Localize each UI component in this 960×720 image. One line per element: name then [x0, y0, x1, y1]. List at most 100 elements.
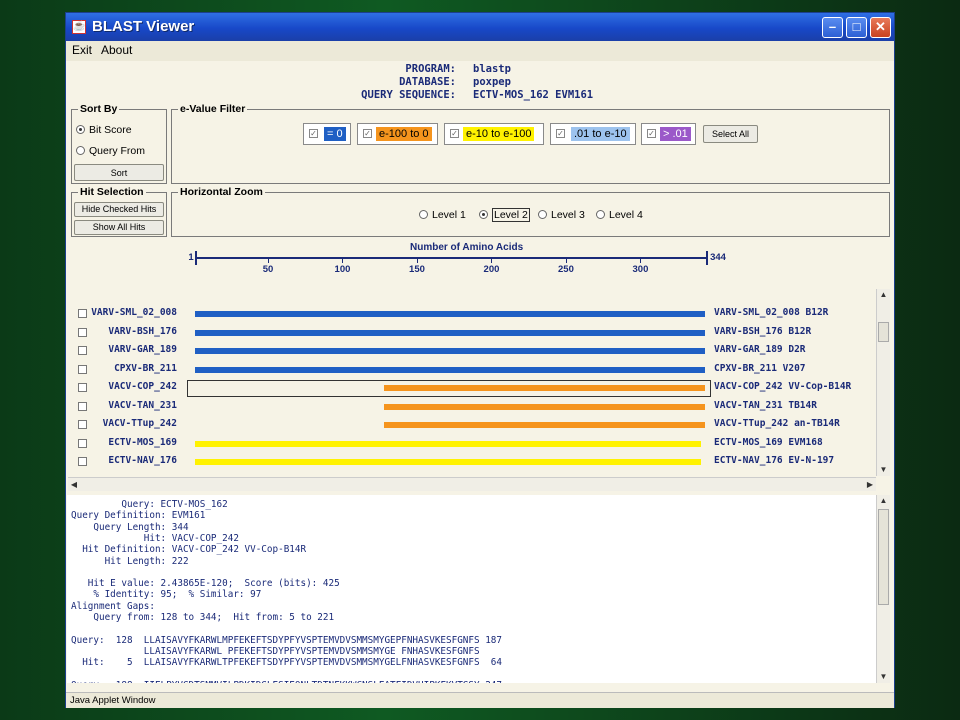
radio-icon: [419, 210, 428, 219]
hit-alignment-bar[interactable]: [383, 403, 705, 410]
hit-alignment-bar[interactable]: [195, 348, 705, 354]
hit-name[interactable]: VARV-BSH_176: [108, 326, 177, 337]
hit-alignment-bar[interactable]: [195, 311, 705, 317]
hit-checkbox[interactable]: [78, 457, 87, 466]
hit-row[interactable]: VARV-SML_02_008 VARV-SML_02_008 B12R: [69, 306, 877, 324]
detail-line: Hit: 5 LLAISAVYFKARWLTPFEKEFTSDYPFYVSPTE…: [71, 657, 502, 669]
checkbox-icon[interactable]: ✓: [556, 129, 565, 138]
filter-e100-to-0-label: e-100 to 0: [376, 127, 432, 141]
detail-line: Hit: VACV-COP_242: [71, 532, 239, 544]
ruler-title: Number of Amino Acids: [410, 242, 524, 253]
status-bar: Java Applet Window: [66, 692, 894, 708]
hit-checkbox[interactable]: [78, 309, 87, 318]
hits-vertical-scrollbar[interactable]: ▲ ▼: [876, 289, 890, 476]
hit-description: VARV-SML_02_008 B12R: [714, 307, 829, 318]
scroll-down-arrow-icon[interactable]: ▼: [877, 464, 890, 476]
filter-e100-to-0[interactable]: ✓ e-100 to 0: [357, 123, 438, 145]
zoom-level1-radio[interactable]: Level 1: [419, 209, 466, 221]
hits-horizontal-scrollbar[interactable]: ◀ ▶: [68, 477, 876, 491]
hit-row[interactable]: VARV-GAR_189 VARV-GAR_189 D2R: [69, 343, 877, 361]
hit-alignment-bar[interactable]: [195, 366, 705, 373]
hit-checkbox[interactable]: [78, 346, 87, 355]
checkbox-icon[interactable]: ✓: [450, 129, 459, 138]
hit-row[interactable]: VARV-BSH_176 VARV-BSH_176 B12R: [69, 325, 877, 343]
scroll-up-arrow-icon[interactable]: ▲: [877, 495, 890, 507]
query-info: PROGRAM: blastp DATABASE: poxpep QUERY S…: [66, 61, 894, 107]
checkbox-icon[interactable]: ✓: [309, 129, 318, 138]
detail-line: Alignment Gaps:: [71, 600, 155, 612]
hit-alignment-bar[interactable]: [383, 422, 705, 428]
sort-button[interactable]: Sort: [74, 164, 164, 181]
hit-checkbox[interactable]: [78, 401, 87, 411]
hit-name[interactable]: CPXV-BR_211: [114, 363, 177, 374]
zoom-level4-radio[interactable]: Level 4: [596, 209, 643, 221]
scroll-thumb[interactable]: [878, 322, 889, 342]
hit-checkbox[interactable]: [78, 438, 87, 448]
horizontal-zoom-title: Horizontal Zoom: [178, 186, 265, 198]
hit-row[interactable]: ECTV-MOS_169 ECTV-MOS_169 EVM168: [69, 436, 877, 454]
filter-e10-to-e100[interactable]: ✓ e-10 to e-100: [444, 123, 544, 145]
scroll-right-arrow-icon[interactable]: ▶: [864, 478, 876, 491]
close-button[interactable]: ✕: [870, 17, 891, 38]
menu-exit[interactable]: Exit: [72, 43, 92, 57]
hit-name[interactable]: VACV-TTup_242: [103, 418, 177, 429]
sort-bit-score-radio[interactable]: Bit Score: [76, 124, 132, 136]
scroll-left-arrow-icon[interactable]: ◀: [68, 478, 80, 491]
database-value: poxpep: [473, 76, 511, 88]
hit-row[interactable]: VACV-TTup_242 VACV-TTup_242 an-TB14R: [69, 417, 877, 435]
maximize-button[interactable]: □: [846, 17, 867, 38]
hit-row[interactable]: CPXV-BR_211 CPXV-BR_211 V207: [69, 362, 877, 380]
minimize-button[interactable]: –: [822, 17, 843, 38]
zoom-level2-radio[interactable]: Level 2: [479, 208, 530, 222]
hit-name[interactable]: ECTV-NAV_176: [108, 455, 177, 466]
details-vertical-scrollbar[interactable]: ▲ ▼: [876, 495, 890, 683]
detail-line: LLAISAVYFKARWL PFEKEFTSDYPFYVSPTEMVDVSMM…: [71, 645, 480, 657]
hit-checkbox[interactable]: [78, 327, 87, 337]
checkbox-icon[interactable]: ✓: [647, 129, 656, 138]
hit-row[interactable]: ECTV-NAV_176 ECTV-NAV_176 EV-N-197: [69, 454, 877, 468]
hit-checkbox[interactable]: [78, 364, 87, 374]
hit-checkbox[interactable]: [78, 420, 87, 429]
zoom-level3-radio[interactable]: Level 3: [538, 209, 585, 221]
hit-name[interactable]: VACV-TAN_231: [108, 400, 177, 411]
filter-eq0[interactable]: ✓ = 0: [303, 123, 351, 145]
ruler-tick: [342, 259, 344, 263]
select-all-button[interactable]: Select All: [703, 125, 758, 143]
zoom-level1-label: Level 1: [432, 209, 466, 221]
filter-01-to-e10[interactable]: ✓ .01 to e-10: [550, 123, 636, 145]
detail-line: Query: 128 LLAISAVYFKARWLMPFEKEFTSDYPFYV…: [71, 634, 502, 646]
alignment-details-panel[interactable]: Query: ECTV-MOS_162 Query Definition: EVM…: [67, 495, 877, 683]
zoom-level4-label: Level 4: [609, 209, 643, 221]
hit-alignment-bar[interactable]: [195, 459, 701, 465]
hit-alignment-bar[interactable]: [195, 329, 705, 336]
sort-by-title: Sort By: [78, 103, 120, 115]
ruler-tick: [491, 259, 493, 263]
hit-name[interactable]: ECTV-MOS_169: [108, 437, 177, 448]
evalue-filter-group: e-Value Filter: [171, 103, 890, 184]
hit-description: VARV-BSH_176 B12R: [714, 325, 812, 337]
hide-checked-hits-button[interactable]: Hide Checked Hits: [74, 202, 164, 217]
hit-description: VACV-TTup_242 an-TB14R: [714, 418, 840, 429]
program-value: blastp: [473, 63, 511, 75]
hit-row[interactable]: VACV-TAN_231 VACV-TAN_231 TB14R: [69, 399, 877, 417]
hit-name[interactable]: VARV-SML_02_008: [91, 307, 177, 318]
show-all-hits-button[interactable]: Show All Hits: [74, 220, 164, 235]
hit-row[interactable]: VACV-COP_242 VACV-COP_242 VV-Cop-B14R: [69, 380, 877, 398]
hit-description: ECTV-MOS_169 EVM168: [714, 436, 823, 448]
filter-gt01[interactable]: ✓ > .01: [641, 123, 696, 145]
scroll-down-arrow-icon[interactable]: ▼: [877, 671, 890, 683]
menu-bar: Exit About: [66, 41, 894, 61]
hit-alignment-bar[interactable]: [195, 440, 701, 447]
sort-query-from-radio[interactable]: Query From: [76, 145, 145, 157]
radio-selected-icon: [76, 125, 85, 134]
scroll-up-arrow-icon[interactable]: ▲: [877, 289, 890, 301]
hit-name[interactable]: VACV-COP_242: [108, 381, 177, 392]
hit-checkbox[interactable]: [78, 383, 87, 392]
hit-name[interactable]: VARV-GAR_189: [108, 344, 177, 355]
detail-line: Hit Length: 222: [71, 555, 189, 567]
hit-description: VACV-COP_242 VV-Cop-B14R: [714, 381, 852, 392]
scroll-thumb[interactable]: [878, 509, 889, 605]
title-bar[interactable]: ☕ BLAST Viewer – □ ✕: [66, 13, 894, 41]
menu-about[interactable]: About: [101, 43, 132, 57]
checkbox-icon[interactable]: ✓: [363, 129, 372, 138]
